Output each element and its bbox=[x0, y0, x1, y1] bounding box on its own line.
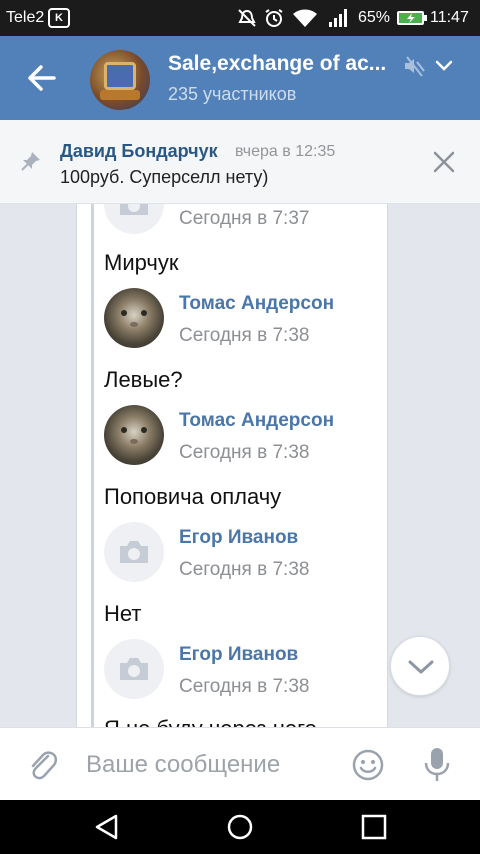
avatar[interactable] bbox=[104, 288, 164, 348]
message-text: Левые? bbox=[104, 367, 183, 392]
group-avatar[interactable] bbox=[90, 50, 150, 110]
recents-nav-icon[interactable] bbox=[359, 813, 389, 841]
clock: 11:47 bbox=[430, 9, 469, 26]
chat-header: Sale,exchange of ac... 235 участников bbox=[0, 36, 480, 120]
system-navigation-bar bbox=[0, 800, 480, 854]
scroll-to-bottom-button[interactable] bbox=[390, 636, 450, 696]
back-nav-icon[interactable] bbox=[92, 813, 122, 841]
message-time: Сегодня в 7:38 bbox=[179, 559, 310, 580]
pinned-time: вчера в 12:35 bbox=[235, 143, 336, 160]
message-input[interactable] bbox=[86, 748, 326, 782]
avatar[interactable] bbox=[104, 522, 164, 582]
pinned-message[interactable]: Давид Бондарчук вчера в 12:35 100руб. Су… bbox=[0, 120, 480, 204]
message-author[interactable]: Егор Иванов bbox=[179, 644, 298, 666]
pinned-text: 100руб. Суперселл нету) bbox=[60, 167, 269, 187]
silent-icon bbox=[238, 9, 256, 27]
pinned-author: Давид Бондарчук bbox=[60, 141, 218, 161]
alarm-icon bbox=[265, 9, 283, 27]
signal-icon bbox=[329, 9, 347, 27]
message-text: Я не буду через него bbox=[104, 716, 317, 727]
pin-icon bbox=[21, 152, 40, 171]
message-time: Сегодня в 7:38 bbox=[179, 676, 310, 697]
message-text: Поповича оплачу bbox=[104, 484, 282, 509]
message-author[interactable]: Томас Андерсон bbox=[179, 410, 334, 432]
avatar[interactable] bbox=[104, 405, 164, 465]
chevron-down-icon bbox=[408, 660, 434, 674]
chevron-down-icon[interactable] bbox=[432, 56, 456, 76]
message-time: Сегодня в 7:38 bbox=[179, 442, 310, 463]
message-author[interactable]: Томас Андерсон bbox=[179, 293, 334, 315]
message-composer bbox=[0, 727, 480, 800]
emoji-icon[interactable] bbox=[351, 748, 385, 782]
message-text: Мирчук bbox=[104, 250, 179, 275]
carrier-label: Tele2 bbox=[6, 9, 45, 26]
quote-bar bbox=[91, 204, 94, 727]
message-time: Сегодня в 7:38 bbox=[179, 325, 310, 346]
wifi-icon bbox=[293, 9, 317, 27]
paperclip-icon[interactable] bbox=[26, 746, 58, 782]
status-bar: Tele2 K 65% 11:47 bbox=[0, 0, 480, 36]
muted-speaker-icon bbox=[405, 56, 425, 77]
battery-percent: 65% bbox=[358, 9, 391, 26]
microphone-icon[interactable] bbox=[422, 746, 452, 784]
back-arrow-icon[interactable] bbox=[24, 60, 60, 96]
message-time: Сегодня в 7:37 bbox=[179, 208, 310, 229]
vk-notification-icon: K bbox=[48, 8, 70, 28]
message-text: Нет bbox=[104, 601, 142, 626]
home-nav-icon[interactable] bbox=[225, 813, 255, 841]
battery-charging-icon bbox=[397, 11, 427, 25]
chat-title[interactable]: Sale,exchange of ac... bbox=[168, 52, 386, 76]
close-icon[interactable] bbox=[430, 148, 458, 176]
avatar[interactable] bbox=[104, 639, 164, 699]
message-author[interactable]: Егор Иванов bbox=[179, 527, 298, 549]
participants-count[interactable]: 235 участников bbox=[168, 84, 296, 105]
